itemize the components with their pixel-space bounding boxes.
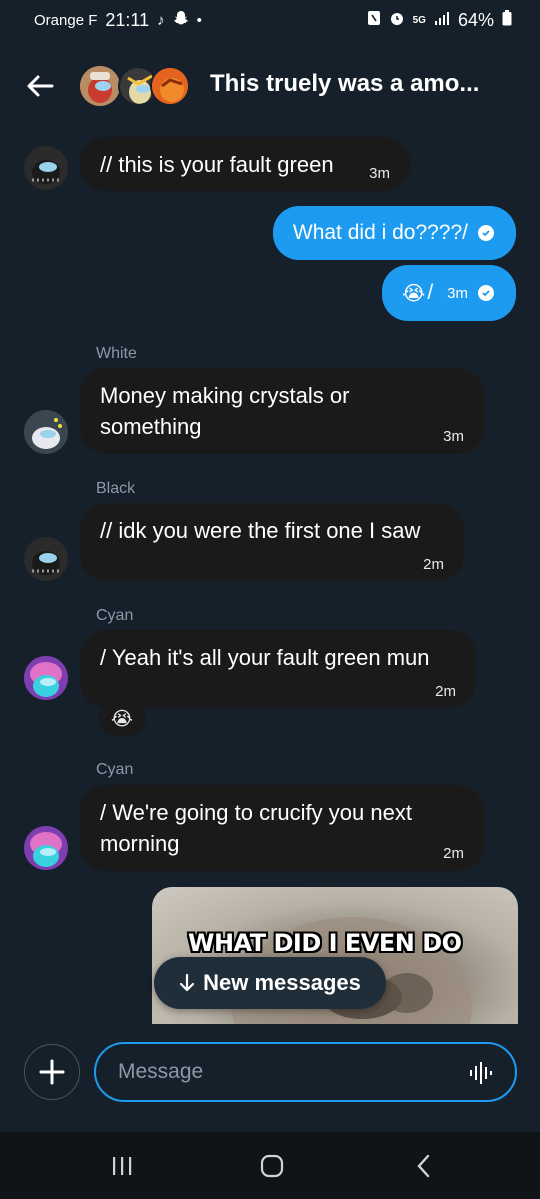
image-caption: WHAT DID I EVEN DO — [188, 929, 462, 957]
new-messages-label: New messages — [203, 970, 361, 995]
message-text: Money making crystals or something — [100, 383, 350, 439]
snapchat-notification-icon — [173, 10, 189, 30]
carrier-label: Orange F — [34, 11, 98, 29]
message-text: / Yeah it's all your fault green mun — [100, 645, 430, 670]
avatar[interactable] — [24, 146, 68, 190]
new-messages-button[interactable]: New messages — [154, 957, 386, 1009]
recents-button[interactable] — [102, 1152, 142, 1180]
sender-name: Cyan — [96, 607, 134, 624]
group-member-avatar — [150, 66, 190, 106]
avatar[interactable] — [24, 656, 68, 700]
voice-message-button[interactable] — [466, 1062, 496, 1084]
sender-name: Cyan — [96, 761, 134, 778]
arrow-left-icon — [27, 75, 54, 97]
message-bubble[interactable]: / We're going to crucify you next mornin… — [80, 785, 484, 871]
plus-icon — [39, 1059, 65, 1085]
sender-name: Black — [96, 480, 136, 497]
message-time: 3m — [369, 165, 390, 182]
message-text: What did i do????/ — [292, 221, 468, 244]
sent-check-icon — [478, 225, 494, 241]
message-time: 3m — [443, 428, 464, 445]
message-text: // idk you were the first one I saw — [100, 518, 421, 543]
message-bubble-outgoing[interactable]: What did i do????/ — [272, 206, 516, 260]
message-time: 2m — [435, 683, 456, 700]
message-bubble[interactable]: / Yeah it's all your fault green mun 2m — [80, 630, 476, 708]
message-emoji: 😭 — [401, 282, 426, 305]
message-composer — [0, 1024, 540, 1130]
audio-wave-icon — [470, 1062, 492, 1084]
avatar[interactable] — [24, 826, 68, 870]
arrow-down-icon — [180, 973, 195, 992]
message-time: 2m — [443, 845, 464, 862]
back-nav-button[interactable] — [404, 1152, 444, 1180]
recents-icon — [113, 1157, 132, 1175]
message-text: // this is your fault green — [100, 152, 334, 177]
alarm-icon — [389, 10, 405, 30]
avatar[interactable] — [24, 537, 68, 581]
network-type-label: 5G — [412, 14, 426, 26]
system-navigation-bar — [0, 1132, 540, 1199]
message-bubble[interactable]: // idk you were the first one I saw 2m — [80, 503, 464, 581]
notification-dot-icon: • — [196, 11, 202, 29]
battery-label: 64% — [457, 9, 494, 30]
status-bar: Orange F 21:11 ♪ • 5G 64% — [0, 0, 540, 40]
message-bubble[interactable]: // this is your fault green 3m — [80, 137, 410, 191]
sender-name: White — [96, 345, 137, 362]
clock: 21:11 — [105, 9, 150, 30]
group-member-avatar — [80, 66, 120, 106]
message-bubble-outgoing[interactable]: 😭 / 3m — [381, 265, 516, 321]
message-bubble[interactable]: Money making crystals or something 3m — [80, 368, 484, 454]
reaction-badge[interactable]: 😭 — [98, 702, 146, 736]
conversation-title[interactable]: This truely was a amo... — [210, 70, 520, 98]
signal-icon — [434, 11, 450, 29]
home-icon — [260, 1154, 284, 1178]
chevron-left-icon — [417, 1154, 430, 1178]
message-input[interactable] — [94, 1042, 517, 1102]
nfc-icon — [367, 10, 381, 30]
tiktok-notification-icon: ♪ — [157, 11, 165, 29]
message-time: 2m — [423, 556, 444, 573]
sent-check-icon — [478, 285, 494, 301]
message-text: / — [427, 281, 434, 304]
battery-icon — [502, 10, 512, 30]
avatar[interactable] — [24, 410, 68, 454]
back-button[interactable] — [22, 68, 58, 104]
add-attachment-button[interactable] — [24, 1044, 80, 1100]
group-avatars[interactable] — [80, 64, 190, 108]
message-time: 3m — [447, 284, 468, 302]
conversation-header: This truely was a amo... — [0, 52, 540, 120]
home-button[interactable] — [252, 1152, 292, 1180]
message-text: / We're going to crucify you next mornin… — [100, 800, 412, 856]
